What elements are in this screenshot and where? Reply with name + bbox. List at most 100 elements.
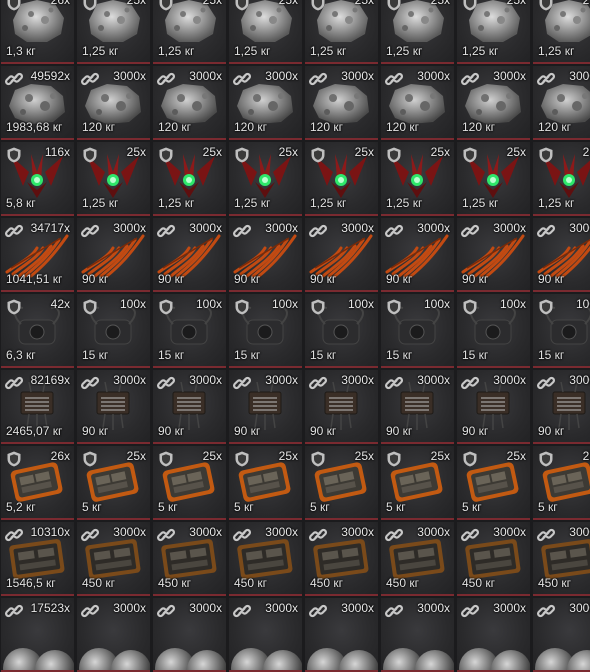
shield-icon: [461, 450, 479, 468]
inventory-slot[interactable]: 25x 1,25 кг: [381, 0, 454, 64]
inventory-slot[interactable]: 82169x 2465,07 кг: [1, 370, 74, 444]
inventory-slot[interactable]: 3000x 90 кг: [457, 370, 530, 444]
inventory-slot[interactable]: 3000x 90 кг: [305, 370, 378, 444]
inventory-slot[interactable]: 3000x 450 кг: [153, 522, 226, 596]
inventory-slot[interactable]: 25x 1,25 кг: [533, 0, 590, 64]
inventory-slot[interactable]: 3000x 450 кг: [533, 522, 590, 596]
inventory-slot[interactable]: 3000x 120 кг: [305, 66, 378, 140]
item-quantity: 25x: [354, 145, 374, 159]
inventory-slot[interactable]: 25x 1,25 кг: [457, 142, 530, 216]
item-quantity: 3000x: [569, 601, 590, 615]
inventory-slot[interactable]: 3000x 450 кг: [77, 522, 150, 596]
link-icon: [309, 602, 327, 620]
link-icon: [5, 602, 23, 620]
inventory-slot[interactable]: 42x 6,3 кг: [1, 294, 74, 368]
inventory-slot[interactable]: 3000x 120 кг: [229, 66, 302, 140]
inventory-slot[interactable]: 26x 5,2 кг: [1, 446, 74, 520]
inventory-slot[interactable]: 49592x 1983,68 кг: [1, 66, 74, 140]
inventory-slot[interactable]: 100x 15 кг: [533, 294, 590, 368]
inventory-slot[interactable]: 3000x 90 кг: [381, 370, 454, 444]
inventory-slot[interactable]: 3000x: [77, 598, 150, 672]
link-icon: [385, 222, 403, 240]
shield-icon: [233, 146, 251, 164]
inventory-slot[interactable]: 25x 1,25 кг: [305, 0, 378, 64]
link-icon: [233, 70, 251, 88]
inventory-slot[interactable]: 3000x 450 кг: [305, 522, 378, 596]
link-icon: [157, 526, 175, 544]
inventory-slot[interactable]: 3000x 120 кг: [381, 66, 454, 140]
inventory-slot[interactable]: 3000x: [457, 598, 530, 672]
link-icon: [5, 374, 23, 392]
inventory-slot[interactable]: 25x 1,25 кг: [77, 0, 150, 64]
inventory-slot[interactable]: 25x 1,25 кг: [229, 142, 302, 216]
inventory-slot[interactable]: 25x 5 кг: [457, 446, 530, 520]
inventory-slot[interactable]: 34717x 1041,51 кг: [1, 218, 74, 292]
item-weight: 450 кг: [310, 576, 343, 590]
item-quantity: 3000x: [341, 221, 374, 235]
inventory-slot[interactable]: 3000x 90 кг: [533, 218, 590, 292]
inventory-slot[interactable]: 25x 5 кг: [229, 446, 302, 520]
inventory-slot[interactable]: 3000x 450 кг: [229, 522, 302, 596]
inventory-slot[interactable]: 3000x 90 кг: [77, 218, 150, 292]
inventory-slot[interactable]: 100x 15 кг: [153, 294, 226, 368]
inventory-slot[interactable]: 3000x 120 кг: [533, 66, 590, 140]
inventory-slot[interactable]: 3000x 90 кг: [153, 218, 226, 292]
inventory-slot[interactable]: 3000x 90 кг: [305, 218, 378, 292]
inventory-slot[interactable]: 3000x 90 кг: [381, 218, 454, 292]
item-quantity: 100x: [423, 297, 450, 311]
inventory-slot[interactable]: 25x 1,25 кг: [533, 142, 590, 216]
inventory-slot[interactable]: 25x 5 кг: [305, 446, 378, 520]
inventory-slot[interactable]: 25x 5 кг: [153, 446, 226, 520]
inventory-slot[interactable]: 100x 15 кг: [381, 294, 454, 368]
inventory-slot[interactable]: 3000x 90 кг: [533, 370, 590, 444]
inventory-slot[interactable]: 3000x: [533, 598, 590, 672]
inventory-slot[interactable]: 3000x 450 кг: [381, 522, 454, 596]
item-quantity: 3000x: [493, 373, 526, 387]
inventory-slot[interactable]: 100x 15 кг: [457, 294, 530, 368]
inventory-slot[interactable]: 3000x 120 кг: [153, 66, 226, 140]
inventory-slot[interactable]: 3000x 450 кг: [457, 522, 530, 596]
item-weight: 5 кг: [310, 500, 330, 514]
inventory-slot[interactable]: 3000x 90 кг: [229, 370, 302, 444]
inventory-slot[interactable]: 25x 1,25 кг: [305, 142, 378, 216]
link-icon: [5, 222, 23, 240]
link-icon: [537, 602, 555, 620]
inventory-slot[interactable]: 3000x 90 кг: [77, 370, 150, 444]
shield-icon: [461, 146, 479, 164]
item-quantity: 100x: [119, 297, 146, 311]
inventory-slot[interactable]: 3000x 120 кг: [77, 66, 150, 140]
inventory-slot[interactable]: 3000x 90 кг: [229, 218, 302, 292]
inventory-slot[interactable]: 17523x: [1, 598, 74, 672]
inventory-slot[interactable]: 3000x 90 кг: [457, 218, 530, 292]
inventory-slot[interactable]: 100x 15 кг: [77, 294, 150, 368]
inventory-slot[interactable]: 25x 5 кг: [381, 446, 454, 520]
inventory-slot[interactable]: 3000x: [305, 598, 378, 672]
item-weight: 5,2 кг: [6, 500, 36, 514]
link-icon: [81, 222, 99, 240]
inventory-slot[interactable]: 25x 1,25 кг: [381, 142, 454, 216]
shield-icon: [537, 0, 555, 12]
inventory-slot[interactable]: 100x 15 кг: [305, 294, 378, 368]
inventory-slot[interactable]: 26x 1,3 кг: [1, 0, 74, 64]
item-quantity: 3000x: [189, 221, 222, 235]
inventory-slot[interactable]: 100x 15 кг: [229, 294, 302, 368]
inventory-slot[interactable]: 3000x 120 кг: [457, 66, 530, 140]
inventory-slot[interactable]: 25x 1,25 кг: [77, 142, 150, 216]
inventory-slot[interactable]: 25x 5 кг: [77, 446, 150, 520]
item-quantity: 25x: [202, 145, 222, 159]
inventory-slot[interactable]: 3000x: [381, 598, 454, 672]
inventory-slot[interactable]: 25x 5 кг: [533, 446, 590, 520]
inventory-slot[interactable]: 116x 5,8 кг: [1, 142, 74, 216]
inventory-slot[interactable]: 3000x: [229, 598, 302, 672]
item-quantity: 3000x: [341, 69, 374, 83]
inventory-slot[interactable]: 25x 1,25 кг: [153, 0, 226, 64]
inventory-slot[interactable]: 3000x 90 кг: [153, 370, 226, 444]
inventory-slot[interactable]: 10310x 1546,5 кг: [1, 522, 74, 596]
item-weight: 120 кг: [82, 120, 115, 134]
inventory-slot[interactable]: 25x 1,25 кг: [229, 0, 302, 64]
inventory-slot[interactable]: 25x 1,25 кг: [153, 142, 226, 216]
link-icon: [537, 526, 555, 544]
item-quantity: 25x: [354, 0, 374, 7]
inventory-slot[interactable]: 25x 1,25 кг: [457, 0, 530, 64]
inventory-slot[interactable]: 3000x: [153, 598, 226, 672]
